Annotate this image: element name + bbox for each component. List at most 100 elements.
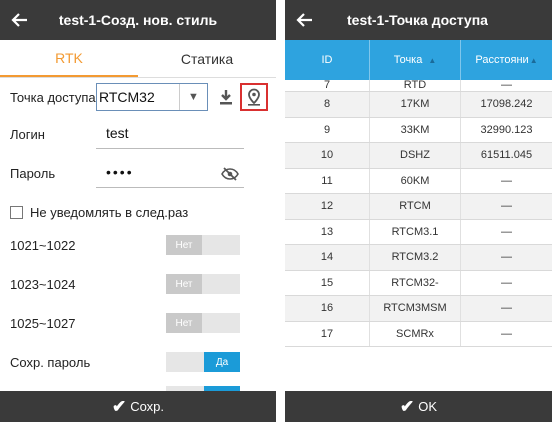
- access-point-screen: test-1-Точка доступа ID Точка ▲ Расстоян…: [285, 0, 552, 422]
- chevron-down-icon[interactable]: ▼: [179, 84, 207, 110]
- toggle-label: Сохр. пароль: [10, 354, 91, 370]
- cell-distance: —: [501, 80, 512, 91]
- tab-rtk[interactable]: RTK: [0, 40, 138, 77]
- password-underline: [96, 187, 244, 188]
- cell-distance: —: [501, 200, 512, 213]
- table-row[interactable]: 17 SCMRx —: [285, 321, 552, 347]
- check-icon: ✔: [111, 396, 127, 416]
- cell-point: SCMRx: [370, 321, 461, 346]
- cell-point: RTCM3MSM: [370, 296, 461, 321]
- toggle-save-password[interactable]: Да: [166, 352, 240, 372]
- check-icon: ✔: [399, 396, 415, 416]
- no-notify-row[interactable]: Не уведомлять в след.раз: [0, 200, 276, 224]
- cell-id: 15: [285, 270, 370, 295]
- toggle-label: 1025~1027: [10, 315, 76, 331]
- cell-distance: —: [501, 251, 512, 264]
- table-row[interactable]: 14 RTCM3.2 —: [285, 245, 552, 271]
- cell-point: 33KM: [370, 117, 461, 142]
- save-label: Сохр.: [130, 399, 165, 414]
- toggle-1025[interactable]: Нет: [166, 313, 240, 333]
- save-button[interactable]: ✔ Сохр.: [0, 391, 276, 422]
- column-header-distance[interactable]: Расстояни ▲: [461, 40, 552, 80]
- cell-point: 60KM: [370, 168, 461, 193]
- toggle-visibility-button[interactable]: [216, 160, 244, 188]
- toggle-state: Нет: [166, 235, 202, 255]
- cell-point: RTCM3.1: [370, 219, 461, 244]
- arrow-left-icon: [296, 13, 312, 27]
- table-row[interactable]: 9 33KM 32990.123: [285, 117, 552, 143]
- login-row: Логин: [0, 121, 276, 147]
- table-row[interactable]: 13 RTCM3.1 —: [285, 219, 552, 245]
- cell-distance: —: [501, 276, 512, 289]
- page-title: test-1-Созд. нов. стиль: [58, 12, 218, 28]
- no-notify-checkbox[interactable]: [10, 205, 23, 219]
- location-pin-icon: [248, 88, 260, 106]
- cell-id: 16: [285, 296, 370, 321]
- table-row[interactable]: 7 RTD —: [285, 80, 552, 92]
- login-label: Логин: [10, 126, 45, 142]
- locate-button[interactable]: [240, 83, 268, 111]
- ok-label: OK: [418, 399, 438, 414]
- toggle-1021[interactable]: Нет: [166, 235, 240, 255]
- cell-id: 7: [285, 80, 370, 91]
- back-button[interactable]: [0, 0, 40, 40]
- cell-distance: 32990.123: [480, 123, 533, 136]
- access-point-value: RTCM32: [99, 89, 155, 105]
- cell-point: RTD: [370, 80, 461, 91]
- toggle-label: 1021~1022: [10, 237, 76, 253]
- tab-static[interactable]: Статика: [138, 40, 276, 77]
- cell-point: 17KM: [370, 92, 461, 117]
- login-underline: [96, 148, 244, 149]
- cell-point: DSHZ: [370, 143, 461, 168]
- create-style-screen: test-1-Созд. нов. стиль RTK Статика Точк…: [0, 0, 276, 422]
- cell-point: RTCM3.2: [370, 245, 461, 270]
- cell-id: 10: [285, 143, 370, 168]
- no-notify-label: Не уведомлять в след.раз: [30, 204, 189, 220]
- cell-distance: 17098.242: [480, 98, 533, 111]
- toggle-state: Да: [204, 352, 240, 372]
- table-row[interactable]: 11 60KM —: [285, 168, 552, 194]
- access-point-select[interactable]: RTCM32 ▼: [96, 83, 208, 111]
- cell-id: 14: [285, 245, 370, 270]
- back-button[interactable]: [285, 0, 325, 40]
- cell-point: RTCM32-: [370, 270, 461, 295]
- cell-id: 13: [285, 219, 370, 244]
- table-row[interactable]: 8 17KM 17098.242: [285, 92, 552, 118]
- password-label: Пароль: [10, 165, 56, 181]
- mode-tabs: RTK Статика: [0, 40, 276, 78]
- download-icon: [220, 90, 232, 105]
- cell-id: 11: [285, 168, 370, 193]
- table-row[interactable]: 12 RTCM —: [285, 194, 552, 220]
- cell-id: 12: [285, 194, 370, 219]
- cell-distance: —: [501, 174, 512, 187]
- download-button[interactable]: [212, 83, 240, 111]
- arrow-left-icon: [11, 13, 27, 27]
- cell-id: 9: [285, 117, 370, 142]
- toggle-1023[interactable]: Нет: [166, 274, 240, 294]
- cell-distance: —: [501, 225, 512, 238]
- sort-up-icon: ▲: [428, 55, 437, 65]
- table-row[interactable]: 16 RTCM3MSM —: [285, 296, 552, 322]
- cell-distance: —: [501, 327, 512, 340]
- page-title: test-1-Точка доступа: [347, 12, 488, 28]
- access-point-label: Точка доступа: [10, 89, 96, 105]
- table-header: ID Точка ▲ Расстояни ▲: [285, 40, 552, 80]
- column-header-point[interactable]: Точка ▲: [370, 40, 461, 80]
- ok-button[interactable]: ✔ OK: [285, 391, 552, 422]
- title-bar: test-1-Созд. нов. стиль: [0, 0, 276, 40]
- table-row[interactable]: 15 RTCM32- —: [285, 270, 552, 296]
- cell-point: RTCM: [370, 194, 461, 219]
- column-header-id[interactable]: ID: [285, 40, 370, 80]
- cell-id: 8: [285, 92, 370, 117]
- cell-distance: —: [501, 302, 512, 315]
- toggle-state: Нет: [166, 313, 202, 333]
- cell-id: 17: [285, 321, 370, 346]
- table-row[interactable]: 10 DSHZ 61511.045: [285, 143, 552, 169]
- sort-up-icon: ▲: [529, 55, 538, 65]
- toggle-state: Нет: [166, 274, 202, 294]
- eye-off-icon: [221, 167, 239, 181]
- toggle-label: 1023~1024: [10, 276, 76, 292]
- login-input[interactable]: test: [106, 125, 129, 141]
- password-input[interactable]: ••••: [106, 164, 134, 180]
- cell-distance: 61511.045: [480, 149, 533, 162]
